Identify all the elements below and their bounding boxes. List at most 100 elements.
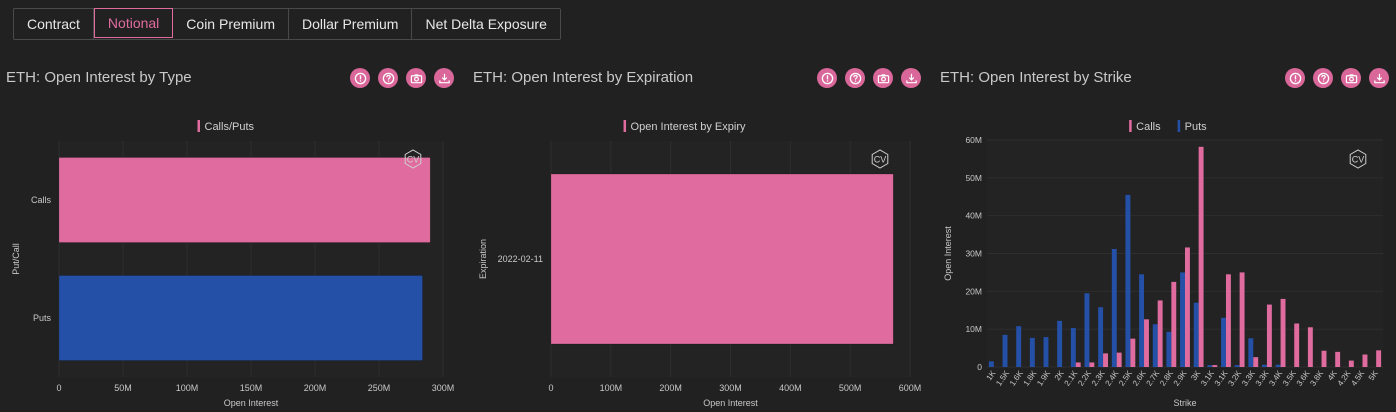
x-tick-label: 3.6K bbox=[1295, 368, 1312, 387]
bar-calls bbox=[58, 157, 431, 243]
x-tick-label: 3.5K bbox=[1281, 368, 1298, 387]
x-tick-label: 4.5K bbox=[1349, 368, 1366, 387]
bar-calls bbox=[1294, 323, 1300, 367]
bar-calls bbox=[1348, 360, 1354, 367]
bar-puts bbox=[1084, 293, 1090, 367]
x-tick-label: 2.3K bbox=[1090, 368, 1107, 387]
legend-label: Calls/Puts bbox=[205, 121, 255, 133]
bar-puts bbox=[1111, 248, 1117, 367]
y-tick-label: Puts bbox=[33, 313, 52, 323]
watermark-text: CV bbox=[874, 155, 887, 165]
tab-net-delta-exposure[interactable]: Net Delta Exposure bbox=[412, 9, 559, 39]
x-tick-label: 3.8K bbox=[1308, 368, 1325, 387]
bar-calls bbox=[1116, 352, 1122, 367]
x-tick-label: 4.2K bbox=[1336, 368, 1353, 387]
x-tick-label: 100M bbox=[176, 383, 199, 393]
watermark-text: CV bbox=[1352, 155, 1365, 165]
x-tick-label: 2.4K bbox=[1104, 368, 1121, 387]
panel-oi-by-strike: ETH: Open Interest by Strike Calls Puts 0 1… bbox=[934, 56, 1396, 412]
bar-puts bbox=[1221, 317, 1226, 367]
y-axis-title: Expiration bbox=[478, 239, 488, 279]
bar-puts bbox=[1139, 274, 1145, 367]
x-tick-label: 2.7K bbox=[1145, 368, 1162, 387]
x-tick-label: 2.2K bbox=[1076, 368, 1093, 387]
chart-oi-by-strike: Calls Puts010M20M30M40M50M60M1K1.5K1.6K1.… bbox=[943, 120, 1383, 408]
x-tick-label: 150M bbox=[240, 383, 263, 393]
bar-calls bbox=[1198, 146, 1204, 367]
x-tick-label: 2.1K bbox=[1063, 368, 1080, 387]
y-tick-label: Calls bbox=[31, 195, 52, 205]
bar-puts bbox=[1152, 324, 1158, 367]
bar-calls bbox=[1307, 327, 1313, 367]
x-tick-label: 1.6K bbox=[1008, 368, 1025, 387]
bar-2022-02-11 bbox=[550, 173, 894, 345]
panel-oi-by-expiration: ETH: Open Interest by Expiration Open In… bbox=[467, 56, 934, 412]
bar-puts bbox=[1125, 194, 1131, 367]
x-tick-label: 3.3K bbox=[1254, 368, 1271, 387]
x-tick-label: 3.4K bbox=[1267, 368, 1284, 387]
x-tick-label: 200M bbox=[659, 383, 682, 393]
y-axis-title: Open Interest bbox=[943, 226, 953, 281]
bar-calls bbox=[1212, 365, 1218, 367]
y-tick-label: 0 bbox=[977, 362, 982, 372]
bar-calls bbox=[1225, 274, 1231, 367]
legend-label: Open Interest by Expiry bbox=[631, 121, 746, 133]
y-tick-label: 10M bbox=[965, 324, 982, 334]
y-tick-label: 2022-02-11 bbox=[498, 254, 543, 264]
x-tick-label: 2.9K bbox=[1172, 368, 1189, 387]
bar-puts bbox=[1029, 337, 1035, 367]
x-tick-label: 300M bbox=[719, 383, 742, 393]
x-tick-label: 250M bbox=[368, 383, 391, 393]
x-tick-label: 1.8K bbox=[1022, 368, 1039, 387]
tab-notional[interactable]: Notional bbox=[93, 8, 174, 38]
bar-puts bbox=[1180, 272, 1185, 367]
bar-puts bbox=[1193, 302, 1199, 367]
panel-oi-by-type: ETH: Open Interest by Type Calls/Puts 0 50… bbox=[0, 56, 467, 412]
bar-puts bbox=[1016, 326, 1022, 367]
tab-coin-premium[interactable]: Coin Premium bbox=[173, 9, 289, 39]
legend-swatch bbox=[197, 120, 200, 132]
bar-calls bbox=[1103, 353, 1108, 367]
chart-oi-by-expiration: Open Interest by Expiry 0 100M 200M 300M 400M… bbox=[478, 120, 921, 408]
legend-label: Calls bbox=[1136, 121, 1161, 133]
bar-puts bbox=[1207, 365, 1213, 367]
x-tick-label: 1.9K bbox=[1035, 368, 1052, 387]
bar-puts bbox=[1057, 320, 1063, 367]
x-tick-label: 2.5K bbox=[1117, 368, 1134, 387]
bar-puts bbox=[1234, 365, 1240, 367]
y-tick-label: 20M bbox=[965, 286, 982, 296]
bar-calls bbox=[1089, 362, 1095, 367]
y-tick-label: 60M bbox=[965, 135, 982, 145]
tab-dollar-premium[interactable]: Dollar Premium bbox=[289, 9, 413, 39]
bar-calls bbox=[1239, 272, 1245, 367]
x-tick-label: 2.8K bbox=[1158, 368, 1175, 387]
legend-label: Puts bbox=[1185, 121, 1208, 133]
y-tick-label: 30M bbox=[965, 249, 982, 259]
x-tick-label: 1.5K bbox=[994, 368, 1011, 387]
x-tick-label: 3.1K bbox=[1213, 368, 1230, 387]
bar-puts bbox=[1166, 331, 1172, 367]
bar-puts bbox=[988, 361, 994, 367]
x-tick-label: 300M bbox=[432, 383, 455, 393]
tab-contract[interactable]: Contract bbox=[14, 9, 94, 39]
bar-calls bbox=[1335, 351, 1341, 367]
x-tick-label: 3.3K bbox=[1240, 368, 1257, 387]
bar-puts bbox=[1043, 337, 1049, 367]
bar-puts bbox=[1262, 364, 1267, 367]
bar-calls bbox=[1362, 354, 1368, 367]
bar-puts bbox=[1070, 328, 1076, 367]
x-axis-title: Open Interest bbox=[224, 398, 279, 408]
y-tick-label: 50M bbox=[965, 173, 982, 183]
y-tick-label: 40M bbox=[965, 211, 982, 221]
x-tick-label: 0 bbox=[548, 383, 553, 393]
bar-puts bbox=[1002, 334, 1008, 367]
x-tick-label: 2.6K bbox=[1131, 368, 1148, 387]
legend-swatch bbox=[1177, 120, 1181, 132]
x-tick-label: 50M bbox=[114, 383, 132, 393]
bar-calls bbox=[1266, 304, 1272, 367]
legend-swatch bbox=[1129, 120, 1132, 132]
bar-calls bbox=[1144, 319, 1149, 367]
watermark-text: CV bbox=[407, 155, 420, 165]
chart-oi-by-type: Calls/Puts 0 50M 100M 150M 200M 250M 300M Calls P… bbox=[11, 120, 455, 408]
bar-calls bbox=[1130, 338, 1136, 367]
